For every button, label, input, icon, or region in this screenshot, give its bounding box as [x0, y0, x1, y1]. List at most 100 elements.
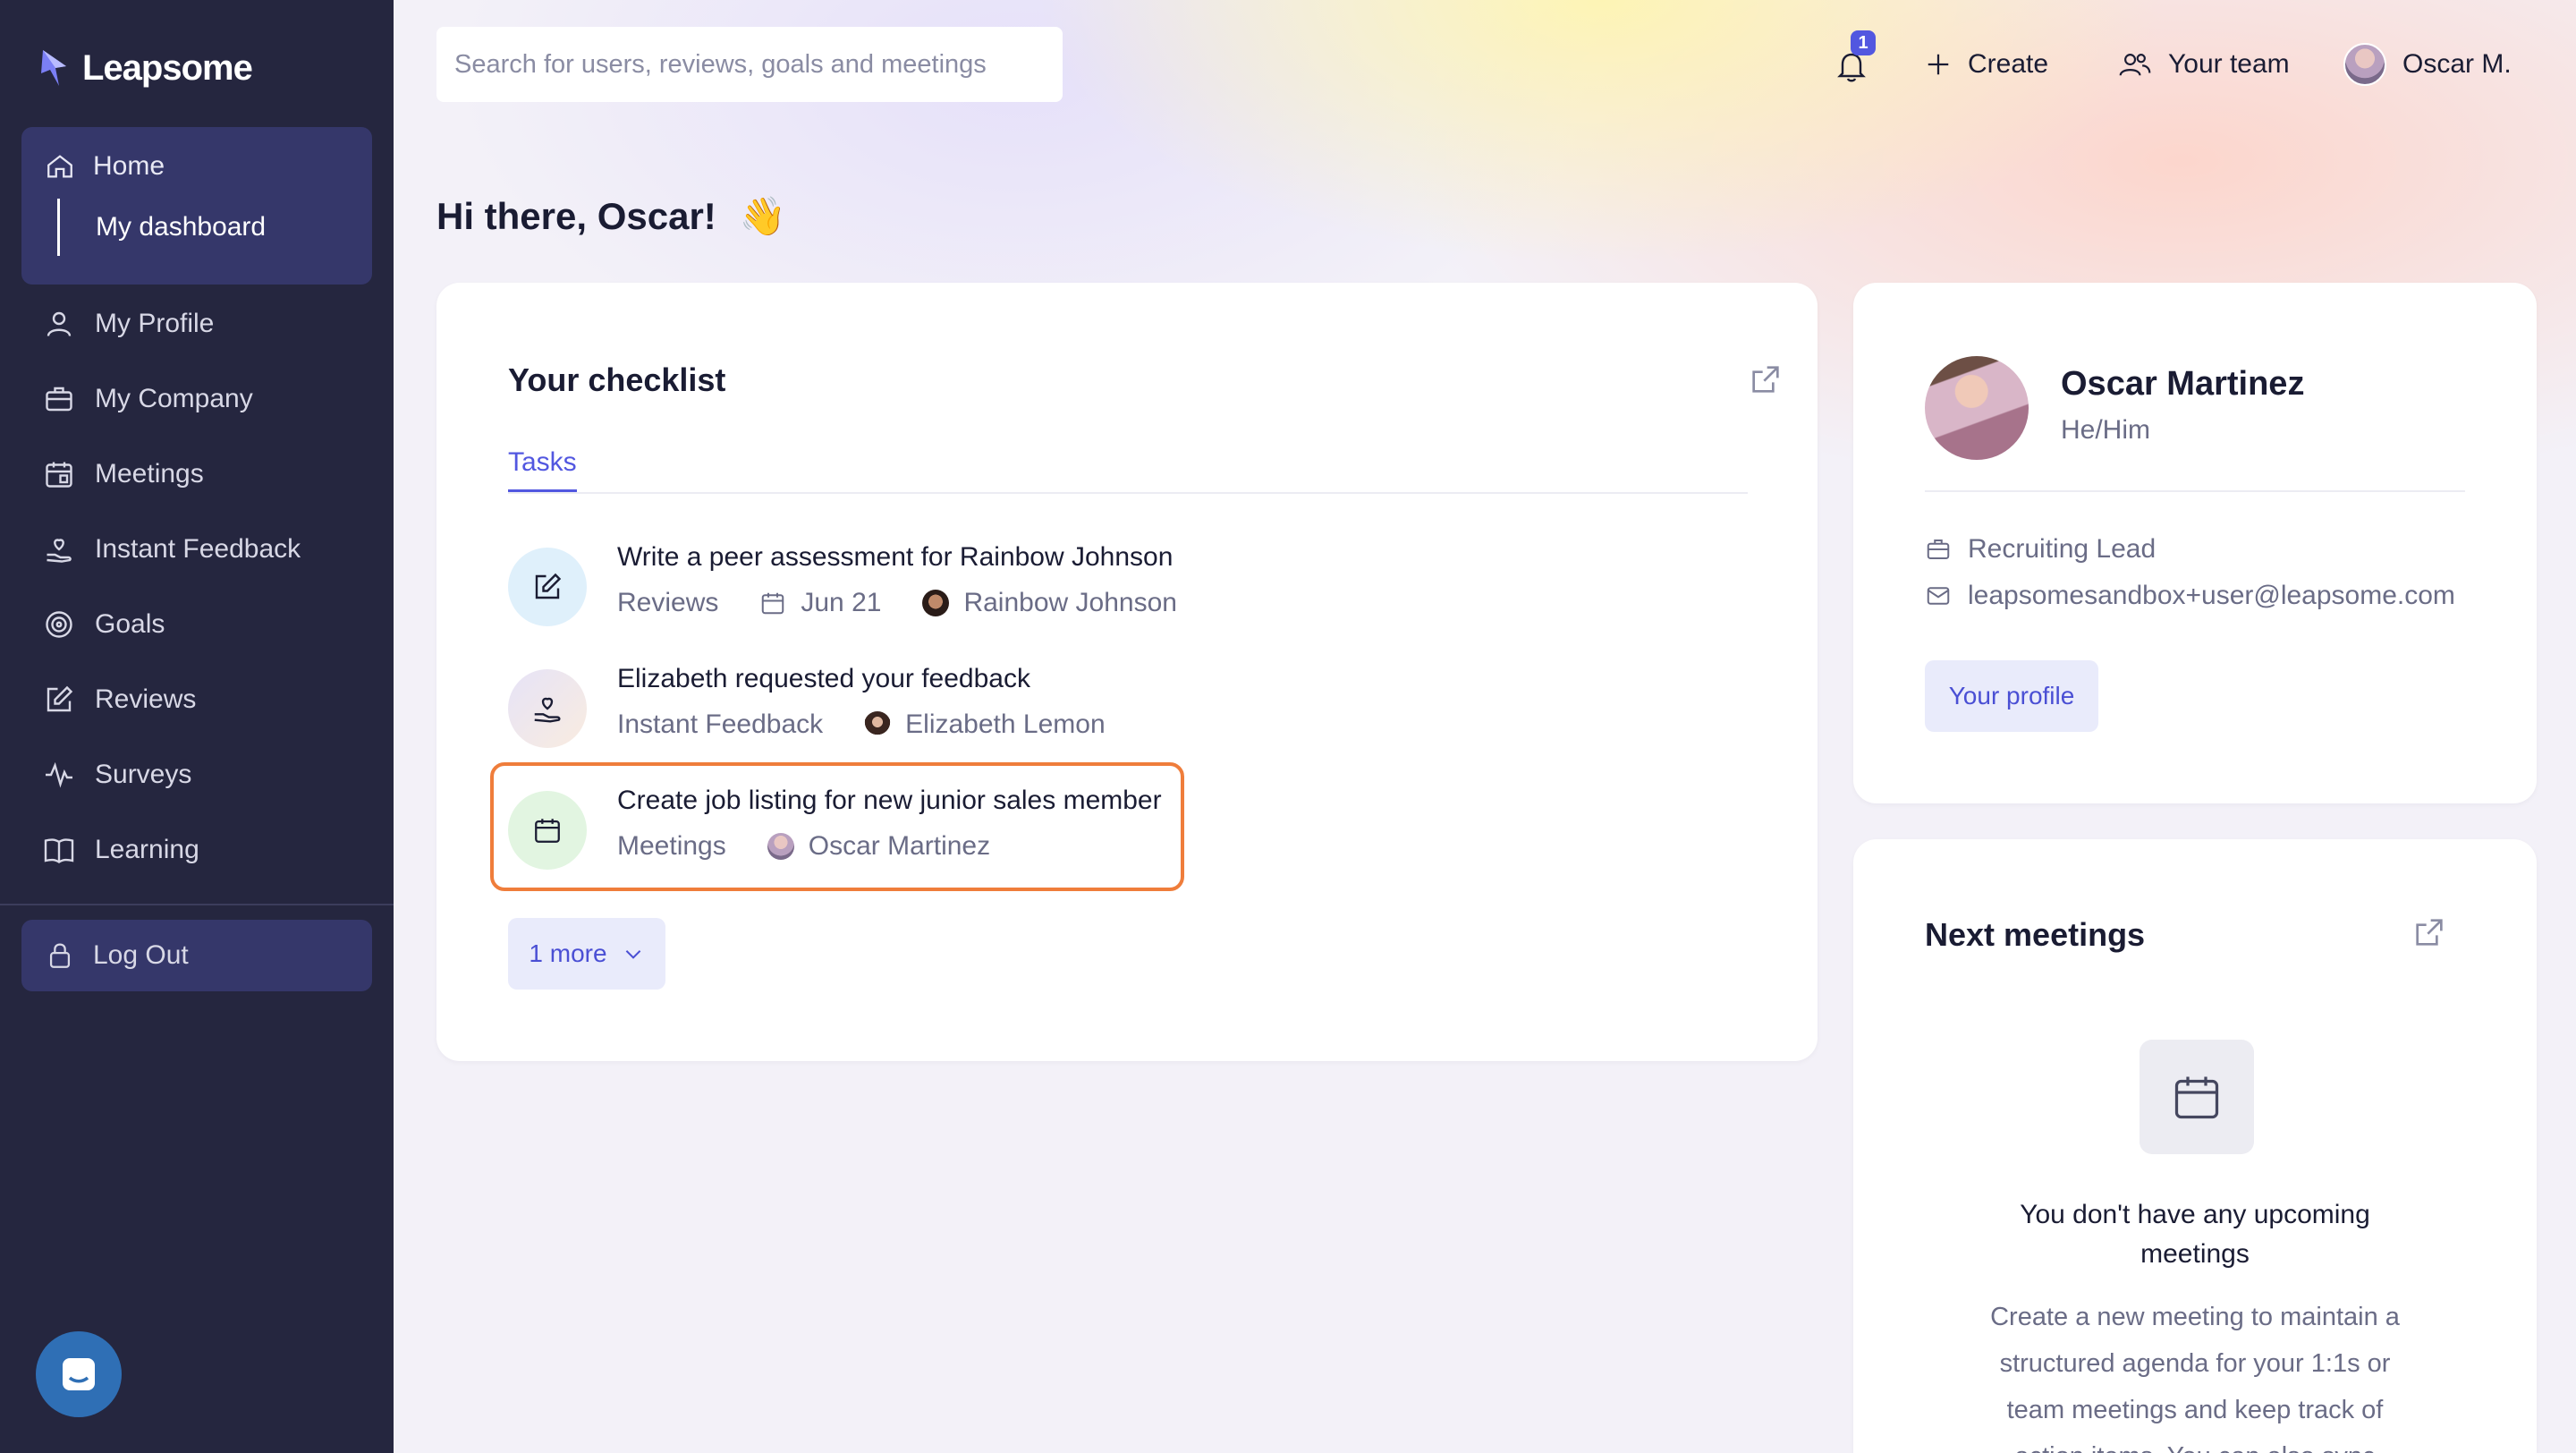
- show-more-button[interactable]: 1 more: [508, 918, 665, 990]
- sidebar-divider: [0, 904, 394, 905]
- target-icon: [46, 611, 72, 638]
- task-person: Rainbow Johnson: [963, 588, 1177, 617]
- sidebar-item-surveys[interactable]: Surveys: [43, 753, 191, 796]
- wave-emoji: 👋: [739, 194, 787, 237]
- open-external-icon[interactable]: [2411, 914, 2447, 950]
- meetings-title: Next meetings: [1925, 916, 2146, 953]
- tabs-divider: [508, 492, 1748, 494]
- profile-name: Oscar Martinez: [2061, 365, 2305, 403]
- user-menu-label: Oscar M.: [2402, 49, 2512, 79]
- empty-state-text: Create a new meeting to maintain a struc…: [1990, 1303, 2400, 1453]
- profile-divider: [1925, 490, 2465, 492]
- next-meetings-card: Next meetings You don't have any upcomin…: [1853, 839, 2537, 1453]
- main-content: 1 Create Your team Oscar M. Hi there, Os…: [394, 0, 2576, 1453]
- task-icon-bg: [508, 669, 587, 748]
- edit-icon: [47, 685, 73, 712]
- logout-label: Log Out: [93, 940, 189, 970]
- mail-icon: [1927, 587, 1950, 605]
- chevron-down-icon: [625, 950, 640, 959]
- leapsome-logo-icon: [41, 50, 66, 86]
- profile-email[interactable]: leapsomesandbox+user@leapsome.com: [1925, 578, 2455, 614]
- task-icon-bg: [508, 548, 587, 626]
- task-item[interactable]: Elizabeth requested your feedback Instan…: [508, 655, 1188, 762]
- sidebar-item-label: Home: [93, 151, 165, 181]
- sidebar-item-goals[interactable]: Goals: [43, 603, 165, 646]
- task-category: Instant Feedback: [617, 710, 824, 739]
- notification-badge: 1: [1851, 30, 1876, 55]
- user-menu-button[interactable]: Oscar M.: [2343, 39, 2512, 89]
- calendar-icon: [2174, 1076, 2219, 1119]
- leapsome-logo[interactable]: Leapsome: [39, 43, 253, 93]
- greeting-text: Hi there, Oscar!: [436, 195, 716, 237]
- task-meta: Reviews Jun 21 Rainbow Johnson: [617, 585, 1177, 621]
- pulse-icon: [46, 761, 72, 788]
- sidebar-item-label: Learning: [95, 835, 199, 864]
- sidebar-item-label: My dashboard: [96, 212, 267, 242]
- greeting: Hi there, Oscar! 👋: [436, 190, 786, 243]
- create-label: Create: [1968, 49, 2049, 79]
- sidebar-item-instant-feedback[interactable]: Instant Feedback: [43, 528, 301, 571]
- sidebar-item-learning[interactable]: Learning: [43, 828, 199, 871]
- avatar: [922, 590, 950, 616]
- sidebar-item-label: Instant Feedback: [95, 534, 301, 564]
- user-icon: [47, 311, 72, 336]
- hand-heart-icon: [534, 697, 561, 723]
- task-item[interactable]: Write a peer assessment for Rainbow John…: [508, 533, 1188, 641]
- task-highlight-outline: [490, 762, 1184, 891]
- your-team-label: Your team: [2168, 49, 2290, 79]
- sidebar-item-my-dashboard[interactable]: My dashboard: [57, 199, 266, 256]
- task-title: Elizabeth requested your feedback: [617, 664, 1030, 693]
- sidebar-item-my-company[interactable]: My Company: [43, 378, 253, 421]
- profile-email-text: leapsomesandbox+user@leapsome.com: [1968, 581, 2455, 610]
- empty-state-illustration: [2140, 1040, 2254, 1154]
- hand-heart-icon: [47, 539, 72, 563]
- avatar: [2343, 43, 2386, 86]
- sidebar-item-label: My Profile: [95, 309, 215, 338]
- sidebar-item-home[interactable]: Home: [45, 147, 165, 186]
- lock-icon: [49, 943, 71, 968]
- edit-icon: [535, 573, 562, 599]
- sidebar-item-meetings[interactable]: Meetings: [43, 453, 204, 496]
- book-icon: [44, 838, 74, 863]
- profile-pronouns: He/Him: [2061, 415, 2151, 445]
- task-title: Write a peer assessment for Rainbow John…: [617, 542, 1174, 572]
- profile-role-text: Recruiting Lead: [1968, 534, 2157, 564]
- briefcase-icon: [1927, 540, 1950, 559]
- sidebar: Leapsome Home My dashboard My Profile My…: [0, 0, 394, 1453]
- sidebar-home-group: Home My dashboard: [21, 127, 372, 285]
- open-external-icon[interactable]: [1748, 361, 1784, 397]
- sidebar-item-label: My Company: [95, 384, 253, 413]
- chat-launcher-button[interactable]: [36, 1331, 122, 1417]
- logo-text: Leapsome: [82, 47, 253, 88]
- briefcase-icon: [46, 387, 72, 412]
- plus-icon: [1928, 54, 1949, 75]
- task-person: Elizabeth Lemon: [905, 710, 1106, 739]
- tab-tasks[interactable]: Tasks: [508, 437, 577, 494]
- calendar-icon: [762, 592, 784, 615]
- profile-card: Oscar Martinez He/Him Recruiting Lead le…: [1853, 283, 2537, 803]
- task-meta: Instant Feedback Elizabeth Lemon: [617, 707, 1106, 743]
- task-date: Jun 21: [801, 588, 882, 617]
- team-icon: [2119, 54, 2151, 76]
- search-input[interactable]: [436, 27, 1063, 102]
- calendar-icon: [46, 462, 72, 488]
- sidebar-item-label: Meetings: [95, 459, 204, 489]
- checklist-card: Your checklist Tasks Write a peer assess…: [436, 283, 1818, 1061]
- home-icon: [47, 155, 72, 178]
- task-category: Reviews: [617, 588, 719, 617]
- chat-icon: [63, 1358, 95, 1390]
- avatar: [864, 711, 892, 738]
- sidebar-item-reviews[interactable]: Reviews: [43, 678, 196, 721]
- sidebar-item-my-profile[interactable]: My Profile: [43, 302, 214, 345]
- sidebar-item-label: Surveys: [95, 760, 192, 789]
- your-profile-button[interactable]: Your profile: [1925, 660, 2098, 732]
- empty-state-title: You don't have any upcoming meetings: [2020, 1200, 2370, 1269]
- checklist-title: Your checklist: [508, 361, 726, 398]
- logout-button[interactable]: Log Out: [21, 920, 372, 991]
- show-more-label: 1 more: [529, 939, 607, 967]
- create-button[interactable]: Create: [1925, 39, 2048, 89]
- sidebar-item-label: Reviews: [95, 684, 197, 714]
- your-team-button[interactable]: Your team: [2118, 39, 2290, 89]
- sidebar-item-label: Goals: [95, 609, 165, 639]
- profile-role: Recruiting Lead: [1925, 531, 2156, 567]
